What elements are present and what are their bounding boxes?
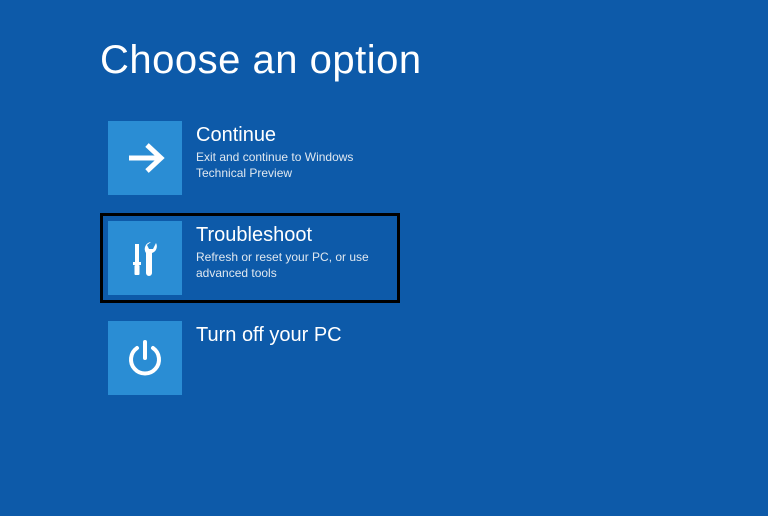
power-icon xyxy=(108,321,182,395)
option-title: Continue xyxy=(196,123,392,147)
option-description: Exit and continue to Windows Technical P… xyxy=(196,149,392,181)
option-continue[interactable]: Continue Exit and continue to Windows Te… xyxy=(100,113,400,203)
option-description: Refresh or reset your PC, or use advance… xyxy=(196,249,392,281)
option-text: Troubleshoot Refresh or reset your PC, o… xyxy=(182,221,392,281)
options-list: Continue Exit and continue to Windows Te… xyxy=(100,113,768,403)
arrow-right-icon xyxy=(108,121,182,195)
option-title: Turn off your PC xyxy=(196,323,342,347)
option-title: Troubleshoot xyxy=(196,223,392,247)
tools-icon xyxy=(108,221,182,295)
page-title: Choose an option xyxy=(100,38,768,83)
option-text: Turn off your PC xyxy=(182,321,342,349)
option-text: Continue Exit and continue to Windows Te… xyxy=(182,121,392,181)
option-troubleshoot[interactable]: Troubleshoot Refresh or reset your PC, o… xyxy=(100,213,400,303)
option-turn-off[interactable]: Turn off your PC xyxy=(100,313,400,403)
